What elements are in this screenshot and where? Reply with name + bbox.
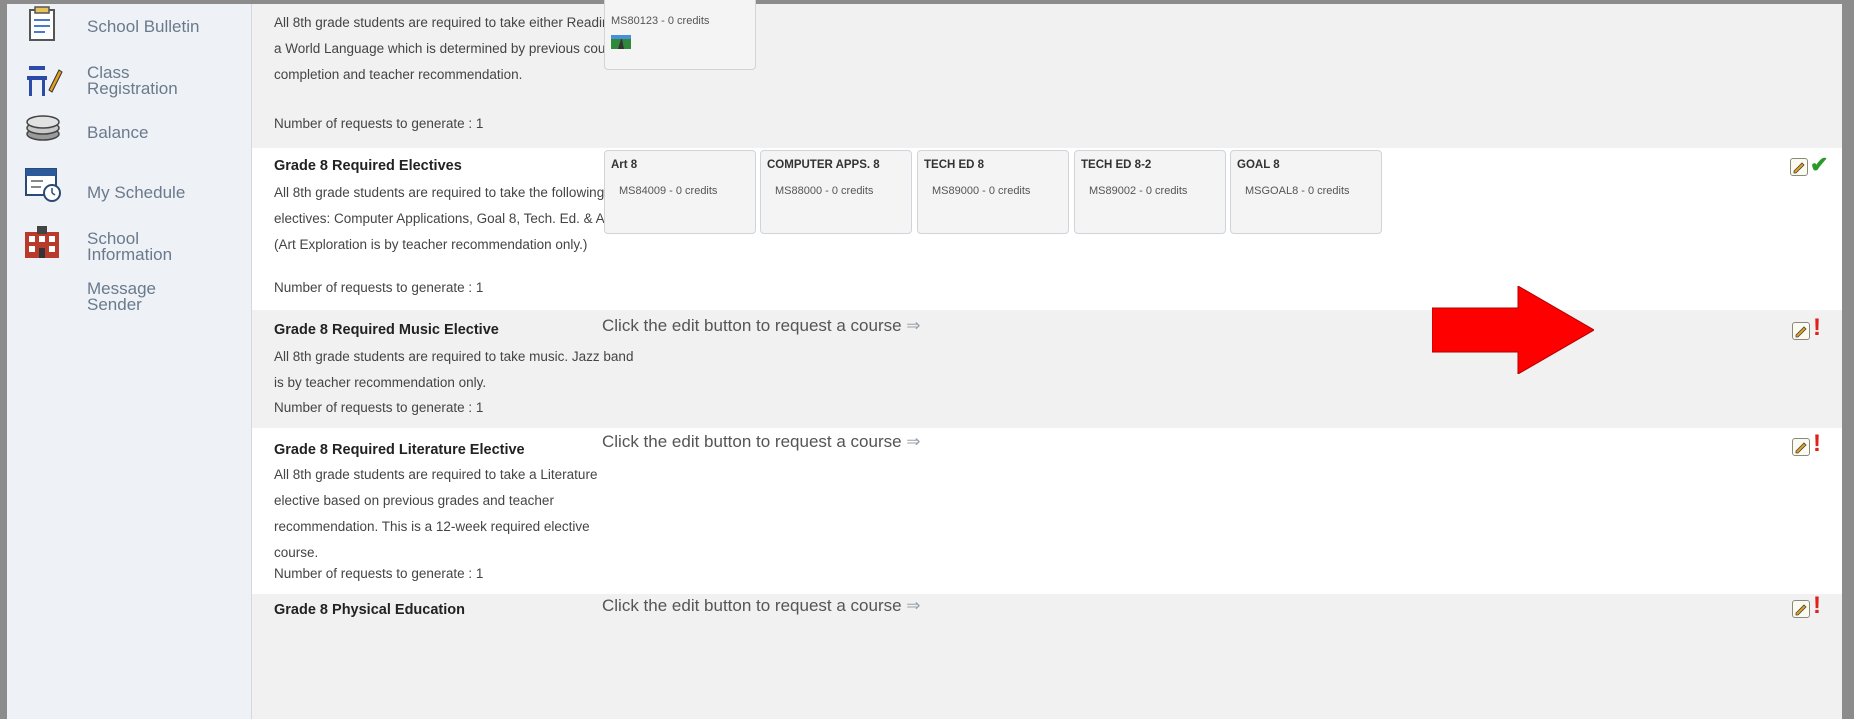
course-card-tech-ed-8-2[interactable]: TECH ED 8-2 MS89002 - 0 credits — [1074, 150, 1226, 234]
row-description: All 8th grade students are required to t… — [274, 349, 634, 390]
sidebar-label-sender: Sender — [87, 295, 142, 314]
edit-hint-label: Click the edit button to request a cours… — [602, 596, 902, 615]
course-requests-list: All 8th grade students are required to t… — [252, 0, 1842, 719]
row-title: Grade 8 Required Literature Elective — [274, 442, 525, 458]
sidebar-item-school-bulletin[interactable]: School Bulletin — [7, 4, 251, 54]
sidebar-label-school-bulletin: School Bulletin — [87, 17, 200, 36]
row-title: Grade 8 Physical Education — [274, 602, 465, 618]
registration-icon — [27, 66, 63, 96]
sidebar-item-message-sender[interactable]: Message Sender — [7, 276, 251, 320]
sidebar-item-class-registration[interactable]: Class Registration — [7, 50, 251, 106]
row-description: All 8th grade students are required to t… — [274, 15, 633, 82]
course-card-title: COMPUTER APPS. 8 — [767, 159, 880, 171]
complete-check-icon: ✔ — [1810, 152, 1829, 177]
sidebar-label-balance: Balance — [87, 123, 149, 142]
course-card-credit: MSGOAL8 - 0 credits — [1245, 185, 1350, 197]
course-card-title: GOAL 8 — [1237, 159, 1280, 171]
sidebar-label-registration: Registration — [87, 79, 178, 98]
course-request-row-music-elective: Grade 8 Required Music Elective All 8th … — [252, 310, 1842, 428]
edit-button[interactable] — [1790, 158, 1808, 176]
sidebar-item-my-schedule[interactable]: My Schedule — [7, 164, 251, 214]
edit-hint-text: Click the edit button to request a cours… — [602, 316, 921, 336]
course-card-credit: MS88000 - 0 credits — [775, 185, 874, 197]
right-arrow-icon: ⇒ — [906, 432, 921, 451]
row-description: All 8th grade students are required to t… — [274, 467, 598, 560]
sidebar-item-school-information[interactable]: School Information — [7, 216, 251, 272]
sidebar-label-information: Information — [87, 245, 173, 264]
course-card-goal-8[interactable]: GOAL 8 MSGOAL8 - 0 credits — [1230, 150, 1382, 234]
row-title: Grade 8 Required Music Elective — [274, 322, 499, 338]
row-description: All 8th grade students are required to t… — [274, 185, 628, 252]
row-request-count: Number of requests to generate : 1 — [274, 280, 484, 295]
row-title: Grade 8 Required Electives — [274, 158, 462, 174]
course-card[interactable]: MS80123 - 0 credits — [604, 0, 756, 70]
course-card-credit: MS80123 - 0 credits — [611, 15, 710, 27]
row-request-count: Number of requests to generate : 1 — [274, 116, 484, 131]
road-icon — [611, 35, 631, 49]
course-card-computer-apps-8[interactable]: COMPUTER APPS. 8 MS88000 - 0 credits — [760, 150, 912, 234]
pencil-icon — [1793, 162, 1805, 174]
edit-button[interactable] — [1792, 600, 1810, 618]
edit-hint-label: Click the edit button to request a cours… — [602, 432, 902, 451]
pencil-icon — [1795, 604, 1807, 616]
sidebar-item-balance[interactable]: Balance — [7, 108, 251, 158]
sidebar-label-my-schedule: My Schedule — [87, 183, 186, 202]
pencil-icon — [1795, 442, 1807, 454]
course-card-title: Art 8 — [611, 159, 638, 171]
edit-hint-text: Click the edit button to request a cours… — [602, 596, 921, 616]
edit-button[interactable] — [1792, 438, 1810, 456]
edit-button[interactable] — [1792, 322, 1810, 340]
right-arrow-icon: ⇒ — [906, 316, 921, 335]
course-card-tech-ed-8[interactable]: TECH ED 8 MS89000 - 0 credits — [917, 150, 1069, 234]
balance-coins-icon — [26, 115, 60, 141]
course-card-credit: MS89002 - 0 credits — [1089, 185, 1188, 197]
bulletin-icon — [29, 6, 55, 41]
sidebar-nav: School Bulletin Class Registration Balan… — [7, 4, 252, 719]
course-request-row-literature-elective: Grade 8 Required Literature Elective All… — [252, 428, 1842, 594]
course-request-row-reading-world-language: All 8th grade students are required to t… — [252, 0, 1842, 148]
course-card-title: TECH ED 8-2 — [1081, 159, 1152, 171]
screenshot-frame-left — [0, 0, 7, 719]
edit-hint-label: Click the edit button to request a cours… — [602, 316, 902, 335]
course-request-row-physical-education: Grade 8 Physical Education Click the edi… — [252, 592, 1842, 719]
course-request-row-required-electives: Grade 8 Required Electives All 8th grade… — [252, 148, 1842, 310]
screenshot-frame-right — [1842, 0, 1854, 719]
row-request-count: Number of requests to generate : 1 — [274, 566, 484, 581]
course-card-art-8[interactable]: Art 8 MS84009 - 0 credits — [604, 150, 756, 234]
right-arrow-icon: ⇒ — [906, 596, 921, 615]
schedule-icon — [25, 168, 61, 202]
alert-exclamation-icon: ! — [1813, 592, 1821, 619]
alert-exclamation-icon: ! — [1813, 430, 1821, 457]
course-card-credit: MS89000 - 0 credits — [932, 185, 1031, 197]
edit-hint-text: Click the edit button to request a cours… — [602, 432, 921, 452]
red-annotation-arrow — [1432, 286, 1594, 374]
alert-exclamation-icon: ! — [1813, 314, 1821, 341]
course-card-credit: MS84009 - 0 credits — [619, 185, 718, 197]
pencil-icon — [1795, 326, 1807, 338]
course-card-title: TECH ED 8 — [924, 159, 985, 171]
school-building-icon — [25, 226, 59, 258]
row-request-count: Number of requests to generate : 1 — [274, 400, 484, 415]
